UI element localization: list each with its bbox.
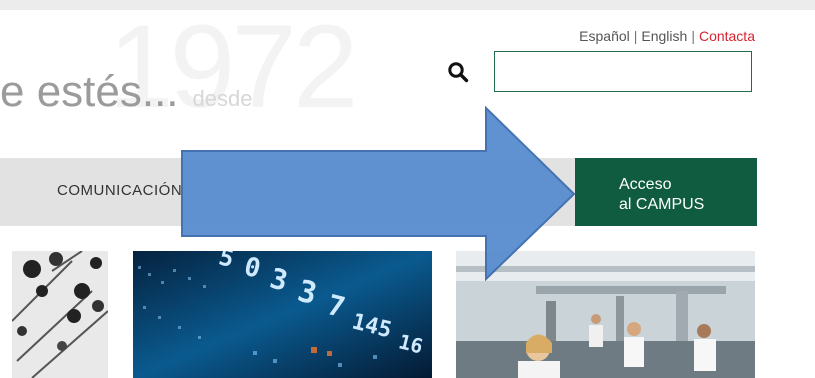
main-nav: COMUNICACIÓN	[0, 158, 576, 226]
campus-button-line1: Acceso	[619, 176, 672, 193]
lang-separator: |	[633, 28, 638, 44]
thumbnail-flowers[interactable]	[12, 251, 108, 378]
contact-link[interactable]: Contacta	[699, 28, 755, 44]
tagline: e estés... desde	[0, 70, 253, 114]
search-input[interactable]	[494, 51, 752, 92]
lang-english-link[interactable]: English	[641, 28, 687, 44]
campus-button-line2: al CAMPUS	[619, 196, 705, 213]
thumbnail-laboratory[interactable]	[456, 251, 755, 378]
tagline-since: desde	[192, 86, 253, 111]
search-icon[interactable]	[447, 61, 469, 83]
nav-item-comunicacion[interactable]: COMUNICACIÓN	[57, 182, 182, 199]
language-bar: Español | English | Contacta	[579, 28, 755, 44]
lang-spanish-link[interactable]: Español	[579, 28, 630, 44]
tagline-text: e estés...	[0, 67, 179, 116]
campus-access-button[interactable]: Acceso al CAMPUS	[575, 158, 757, 226]
thumbnail-stock-ticker[interactable]: 5 0 3 3 7 145 16	[133, 251, 432, 378]
lang-separator: |	[691, 28, 695, 44]
